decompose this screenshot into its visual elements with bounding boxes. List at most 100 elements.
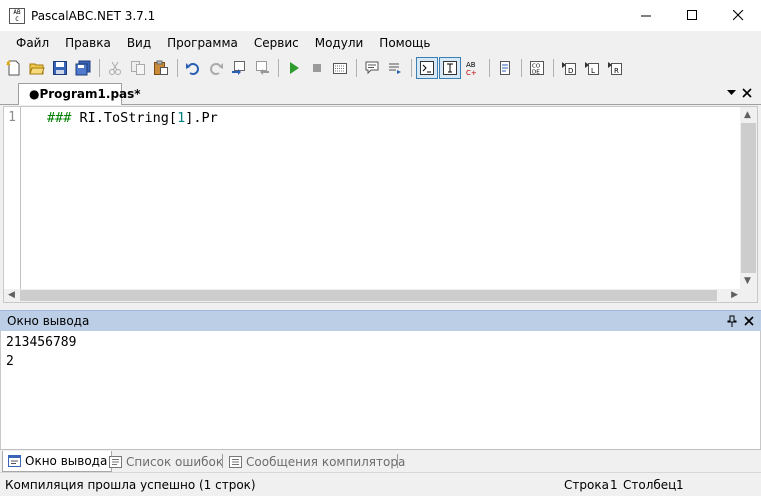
window-controls: [623, 0, 761, 31]
output-line: 2: [6, 354, 14, 369]
code-icon: CODE: [530, 61, 544, 76]
indent-button[interactable]: [228, 57, 250, 79]
console-icon: [420, 61, 434, 75]
menu-bar: Файл Правка Вид Программа Сервис Модули …: [0, 31, 761, 55]
menu-help[interactable]: Помощь: [371, 31, 438, 55]
toolbar-separator: [489, 59, 490, 77]
status-column-label: Столбец: [623, 478, 677, 492]
tab-program1[interactable]: ●Program1.pas*: [18, 83, 141, 105]
output-window-icon: [7, 455, 21, 468]
open-icon: [29, 63, 45, 75]
copy-button[interactable]: [127, 57, 149, 79]
tab-compiler-messages-label: Сообщения компилятора: [246, 454, 406, 469]
window-title: PascalABC.NET 3.7.1: [31, 8, 156, 23]
tab-output-window-label: Окно вывода: [25, 454, 108, 468]
title-bar: AB C PascalABC.NET 3.7.1: [0, 0, 761, 31]
chevron-down-icon: [726, 90, 736, 95]
tab-output-window[interactable]: Окно вывода: [2, 451, 113, 472]
save-icon: [53, 61, 67, 75]
comment-button[interactable]: [361, 57, 383, 79]
compile-button[interactable]: [329, 57, 351, 79]
vertical-scrollbar[interactable]: ▲ ▼: [740, 107, 757, 290]
debug-step-into-button[interactable]: D: [558, 57, 580, 79]
cut-icon: [109, 61, 121, 75]
debug-run-to-cursor-button[interactable]: R: [604, 57, 626, 79]
tab-list-button[interactable]: [723, 85, 739, 101]
scroll-down-icon[interactable]: ▼: [744, 277, 751, 286]
stop-icon: [313, 64, 321, 72]
save-all-icon: [75, 60, 91, 76]
tab-compiler-messages[interactable]: Сообщения компилятора: [224, 451, 409, 472]
menu-file[interactable]: Файл: [8, 31, 57, 55]
undo-button[interactable]: [182, 57, 204, 79]
code-suffix: ].Pr: [185, 110, 218, 126]
status-row-value: 1: [610, 478, 618, 492]
stop-button[interactable]: [306, 57, 328, 79]
minimize-button[interactable]: [623, 0, 669, 31]
svg-text:L: L: [591, 67, 595, 75]
horizontal-scrollbar[interactable]: ◀ ▶: [4, 289, 742, 302]
undo-icon: [186, 63, 199, 75]
close-icon: [732, 10, 743, 21]
horizontal-scroll-thumb[interactable]: [20, 290, 717, 301]
maximize-button[interactable]: [669, 0, 715, 31]
pin-button[interactable]: [725, 314, 739, 328]
code-editor[interactable]: 1 ### RI.ToString[1].Pr ▲ ▼ ◀ ▶: [3, 106, 758, 303]
toolbar-separator: [356, 59, 357, 77]
run-icon: [290, 62, 299, 74]
svg-text:DE: DE: [532, 70, 540, 76]
output-line: 213456789: [6, 335, 77, 350]
spell-button[interactable]: AB C+: [462, 57, 484, 79]
uncomment-button[interactable]: [384, 57, 406, 79]
tab-error-list[interactable]: Список ошибок: [104, 451, 227, 472]
debug-step-over-button[interactable]: L: [581, 57, 603, 79]
scroll-right-icon[interactable]: ▶: [731, 291, 738, 300]
format-button[interactable]: [494, 57, 516, 79]
toolbar-separator: [521, 59, 522, 77]
format-icon: [500, 61, 510, 75]
code-line[interactable]: ### RI.ToString[1].Pr: [47, 110, 218, 126]
line-number-gutter: 1: [4, 107, 21, 290]
indent-icon: [232, 61, 245, 75]
scroll-up-icon[interactable]: ▲: [744, 111, 751, 120]
cut-button[interactable]: [104, 57, 126, 79]
menu-service[interactable]: Сервис: [246, 31, 307, 55]
console-button[interactable]: [416, 57, 438, 79]
menu-program[interactable]: Программа: [159, 31, 246, 55]
comment-icon: [365, 61, 379, 75]
vertical-scroll-thumb[interactable]: [741, 123, 756, 273]
output-text-area[interactable]: 213456789 2: [0, 331, 761, 449]
code-button[interactable]: CO DE: [526, 57, 548, 79]
tab-error-list-label: Список ошибок: [126, 454, 224, 469]
output-panel-title: Окно вывода: [7, 314, 90, 328]
save-all-button[interactable]: [72, 57, 94, 79]
toolbar-separator: [411, 59, 412, 77]
bottom-tab-strip: Окно вывода Список ошибок Сообщения комп…: [0, 449, 761, 472]
code-directive: ###: [47, 110, 72, 126]
close-tab-button[interactable]: [739, 85, 755, 101]
run-button[interactable]: [283, 57, 305, 79]
compiler-messages-icon: [228, 455, 242, 468]
debug-run-icon: R: [608, 62, 622, 75]
close-icon: [744, 316, 754, 326]
copy-icon: [131, 61, 145, 75]
outdent-icon: [256, 61, 269, 75]
save-button[interactable]: [49, 57, 71, 79]
maximize-icon: [686, 10, 697, 20]
tab-separator: [397, 454, 398, 468]
close-output-button[interactable]: [742, 314, 756, 328]
code-number: 1: [177, 110, 186, 126]
status-row-label: Строка: [564, 478, 609, 492]
paste-button[interactable]: [150, 57, 172, 79]
output-panel-header: Окно вывода: [0, 310, 761, 331]
open-button[interactable]: [26, 57, 48, 79]
menu-modules[interactable]: Модули: [307, 31, 372, 55]
close-button[interactable]: [715, 0, 761, 31]
menu-edit[interactable]: Правка: [57, 31, 119, 55]
text-button[interactable]: [439, 57, 461, 79]
new-file-button[interactable]: [3, 57, 25, 79]
scroll-left-icon[interactable]: ◀: [8, 291, 15, 300]
outdent-button[interactable]: [251, 57, 273, 79]
menu-view[interactable]: Вид: [119, 31, 159, 55]
redo-button[interactable]: [205, 57, 227, 79]
